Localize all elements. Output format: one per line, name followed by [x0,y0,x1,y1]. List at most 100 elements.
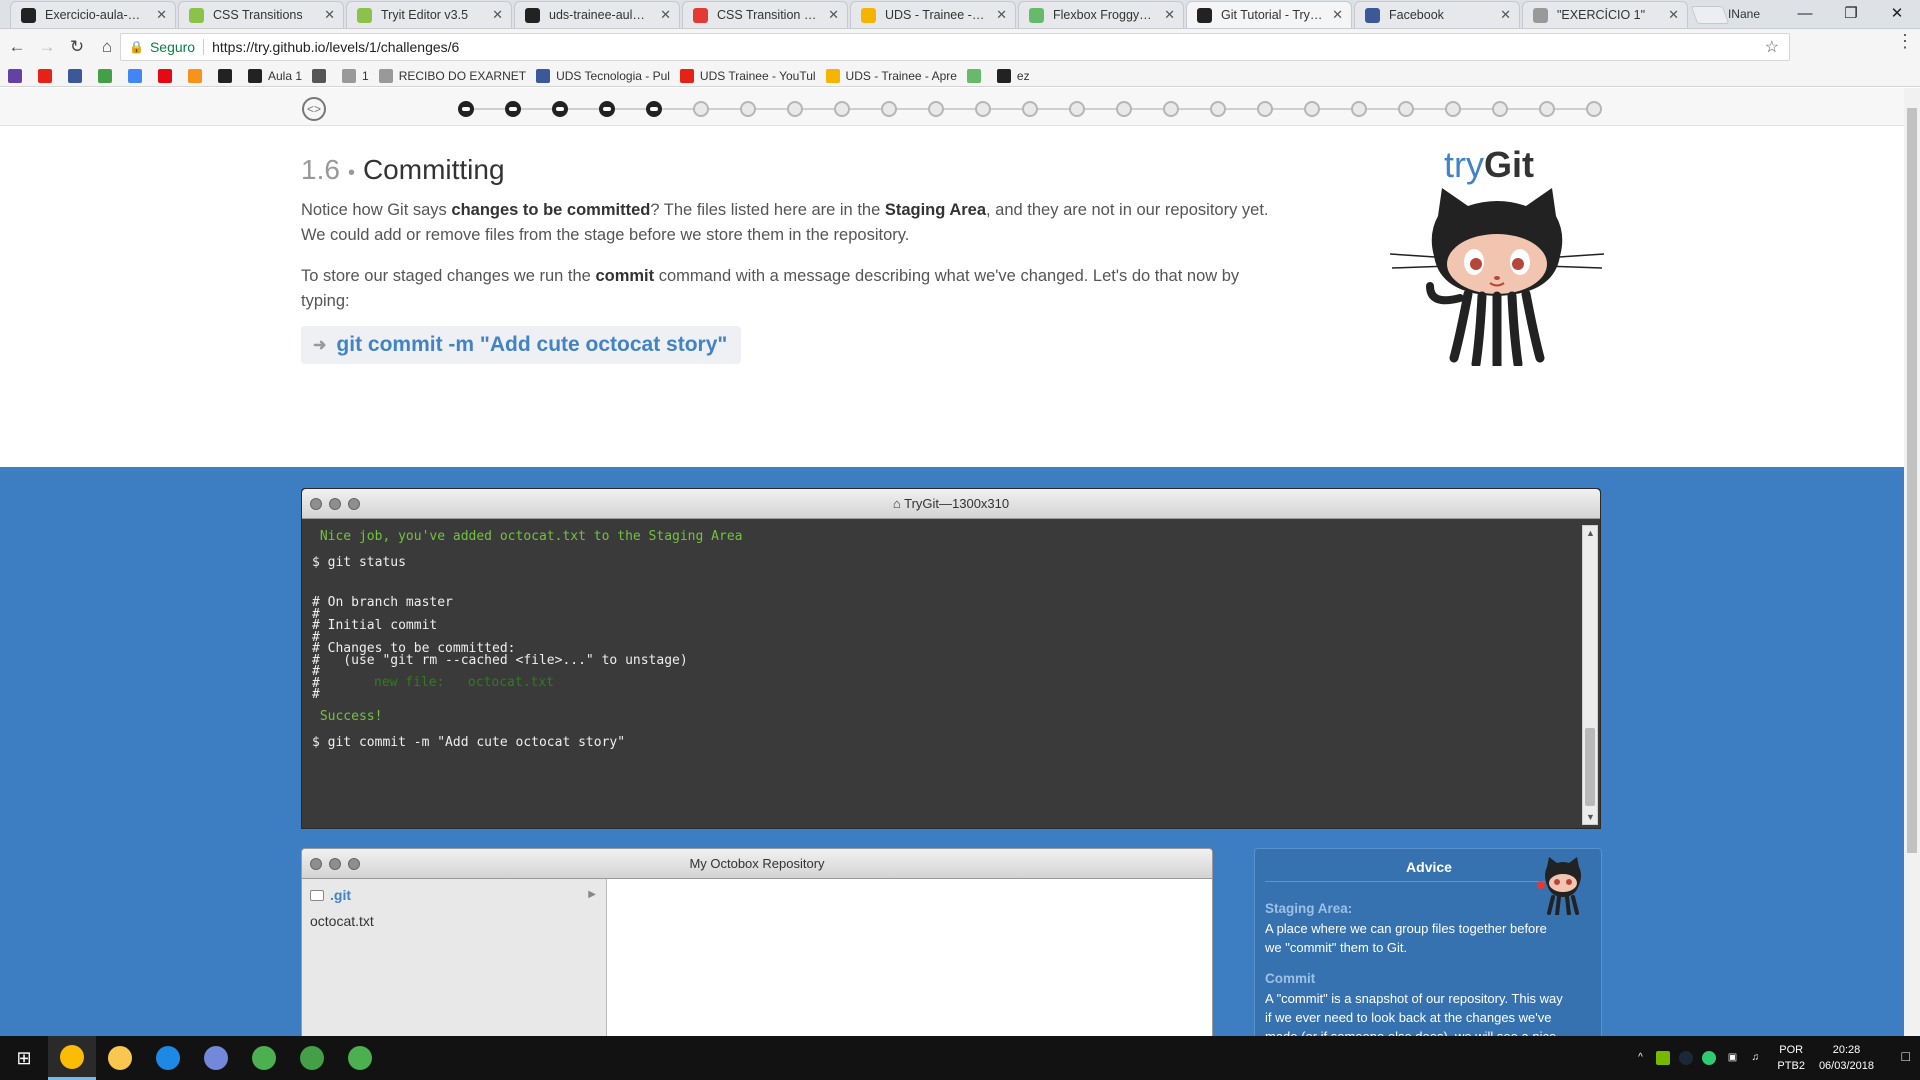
bookmark-star-icon[interactable]: ☆ [1765,37,1779,57]
scroll-up-icon[interactable]: ▲ [1586,528,1595,538]
browser-tab[interactable]: Git Tutorial - Try Git ✕ [1186,1,1352,28]
browser-tab[interactable]: UDS - Trainee - Apr ✕ [850,1,1016,28]
bookmark-item[interactable] [68,68,88,83]
challenge-dot[interactable] [1210,101,1226,117]
bookmark-item[interactable]: UDS Tecnologia - Pul [536,68,670,83]
challenge-dot[interactable] [1351,101,1367,117]
bookmark-item[interactable] [8,68,28,83]
close-tab-icon[interactable]: ✕ [996,7,1007,23]
address-bar[interactable]: 🔒 Seguro https://try.github.io/levels/1/… [120,33,1790,61]
git-folder[interactable]: .git [310,887,351,903]
challenge-dot[interactable] [1539,101,1555,117]
challenge-dot-completed[interactable] [458,101,474,117]
reload-icon[interactable]: ↻ [64,37,90,57]
challenge-dot[interactable] [834,101,850,117]
close-tab-icon[interactable]: ✕ [324,7,335,23]
folder-name[interactable]: .git [330,887,351,903]
chevron-up-icon[interactable]: ^ [1633,1051,1647,1065]
challenge-dot-completed[interactable] [552,101,568,117]
browser-tab[interactable]: CSS Transition e CS ✕ [682,1,848,28]
browser-tab[interactable]: uds-trainee-aula-1/ ✕ [514,1,680,28]
challenge-dot[interactable] [1492,101,1508,117]
restore-icon[interactable]: ❐ [1828,0,1874,28]
close-tab-icon[interactable]: ✕ [828,7,839,23]
challenge-dot[interactable] [693,101,709,117]
file-item[interactable]: octocat.txt [310,913,374,929]
taskbar-app[interactable] [192,1036,240,1080]
close-window-icon[interactable]: ✕ [1874,0,1920,28]
nvidia-icon[interactable] [1656,1051,1671,1065]
terminal-scrollbar[interactable]: ▲ ▼ [1582,525,1598,825]
scroll-thumb[interactable] [1585,728,1595,806]
close-tab-icon[interactable]: ✕ [1164,7,1175,23]
browser-tab[interactable]: CSS Transitions ✕ [178,1,344,28]
expand-arrow-icon[interactable]: ▶ [588,889,596,900]
bookmark-item[interactable] [128,68,148,83]
taskbar-app[interactable] [240,1036,288,1080]
challenge-dot[interactable] [1304,101,1320,117]
bookmark-item[interactable]: UDS Trainee - YouTul [679,68,816,83]
bookmark-item[interactable] [158,68,178,83]
bookmark-item[interactable] [188,68,208,83]
challenge-dot-completed[interactable] [646,101,662,117]
challenge-dot[interactable] [787,101,803,117]
challenge-dot-completed[interactable] [599,101,615,117]
challenge-dot[interactable] [928,101,944,117]
challenge-dot[interactable] [1069,101,1085,117]
minimize-dot-icon[interactable] [329,498,341,510]
terminal-window[interactable]: ⌂ TryGit—1300x310 new file: octocat.txt … [301,488,1601,829]
maximize-dot-icon[interactable] [348,858,360,870]
steam-icon[interactable] [1679,1051,1694,1065]
close-tab-icon[interactable]: ✕ [1500,7,1511,23]
bookmark-item[interactable]: ez [996,68,1030,83]
minimize-dot-icon[interactable] [329,858,341,870]
taskbar-app[interactable] [96,1036,144,1080]
taskbar-app[interactable] [48,1036,96,1080]
close-dot-icon[interactable] [310,498,322,510]
close-dot-icon[interactable] [310,858,322,870]
bookmark-item[interactable] [98,68,118,83]
challenge-dot[interactable] [1398,101,1414,117]
code-toggle-icon[interactable]: <> [302,97,326,121]
network-icon[interactable]: ▣ [1725,1051,1739,1065]
taskbar-app[interactable] [288,1036,336,1080]
bookmark-item[interactable] [966,68,987,83]
windows-start-icon[interactable]: ⊞ [0,1048,48,1069]
browser-tab[interactable]: Tryit Editor v3.5 ✕ [346,1,512,28]
bookmark-item[interactable]: RECIBO DO EXARNET [378,68,526,83]
profile-name[interactable]: INane [1728,7,1760,21]
challenge-dot[interactable] [1116,101,1132,117]
challenge-dot[interactable] [740,101,756,117]
command-suggestion[interactable]: ➜ git commit -m "Add cute octocat story" [301,326,742,364]
challenge-dot[interactable] [1445,101,1461,117]
page-scroll-thumb[interactable] [1907,108,1917,853]
minimize-icon[interactable]: — [1782,0,1828,28]
notification-icon[interactable]: □ [1902,1048,1910,1064]
new-tab-button[interactable] [1690,6,1730,24]
bookmark-item[interactable] [218,68,238,83]
close-tab-icon[interactable]: ✕ [492,7,503,23]
bookmark-item[interactable]: UDS - Trainee - Apre [825,68,957,83]
close-tab-icon[interactable]: ✕ [1332,7,1343,23]
command-text[interactable]: git commit -m "Add cute octocat story" [336,333,727,357]
chrome-menu-icon[interactable]: ⋮ [1896,31,1914,52]
language-indicator[interactable]: POR PTB2 [1777,1042,1805,1074]
status-icon[interactable] [1702,1051,1717,1065]
home-icon[interactable]: ⌂ [94,37,120,57]
back-arrow-icon[interactable]: ← [4,37,30,57]
bookmark-item[interactable] [312,68,332,83]
close-tab-icon[interactable]: ✕ [1668,7,1679,23]
browser-tab[interactable]: Flexbox Froggy - A ✕ [1018,1,1184,28]
challenge-dot[interactable] [1257,101,1273,117]
url-text[interactable]: https://try.github.io/levels/1/challenge… [212,39,459,55]
clock[interactable]: 20:28 06/03/2018 [1819,1042,1874,1074]
forward-arrow-icon[interactable]: → [34,37,60,57]
challenge-dot[interactable] [1586,101,1602,117]
challenge-dot-completed[interactable] [505,101,521,117]
browser-tab[interactable]: "EXERCÍCIO 1" ✕ [1522,1,1688,28]
terminal-output[interactable]: new file: octocat.txt Nice job, you've a… [302,519,1580,828]
bookmark-item[interactable]: Aula 1 [248,68,302,83]
challenge-dot[interactable] [975,101,991,117]
taskbar-app[interactable] [336,1036,384,1080]
challenge-dot[interactable] [1022,101,1038,117]
